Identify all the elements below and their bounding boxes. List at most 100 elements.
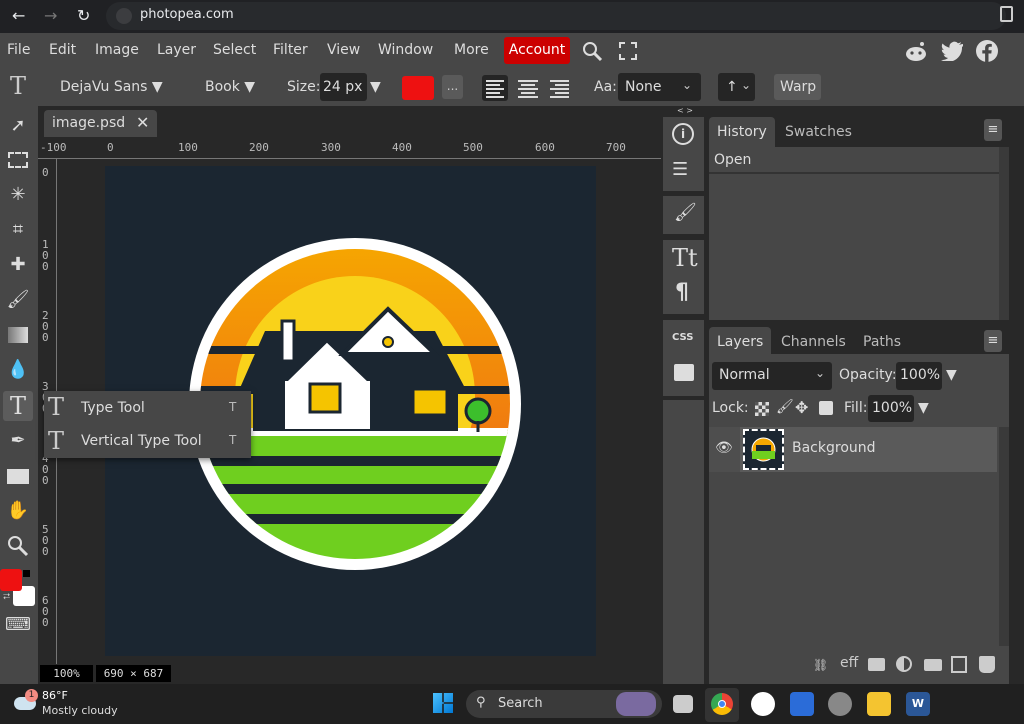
antialias-select[interactable]: None ⌄	[618, 73, 701, 101]
align-left-button[interactable]	[482, 75, 508, 101]
paragraph-icon[interactable]: ¶	[675, 280, 689, 305]
account-button[interactable]: Account	[504, 37, 570, 64]
new-folder-icon[interactable]	[924, 659, 942, 671]
move-tool[interactable]: ➚	[3, 111, 33, 141]
tab-history[interactable]: History	[709, 117, 775, 147]
back-arrow-icon[interactable]: ←	[12, 6, 25, 25]
font-size-dropdown[interactable]: ▼	[370, 79, 381, 95]
default-colors-icon[interactable]	[23, 570, 30, 577]
flyout-item-type-tool[interactable]: T Type Tool T	[44, 391, 251, 424]
tab-swatches[interactable]: Swatches	[777, 117, 860, 147]
task-view-icon[interactable]	[673, 695, 693, 713]
file-explorer-icon[interactable]	[867, 692, 891, 716]
menu-more[interactable]: More	[454, 42, 489, 58]
lock-paint-icon[interactable]: 🖌	[776, 399, 794, 415]
layer-row[interactable]: 👁 Background	[709, 427, 997, 472]
info-icon[interactable]: i	[672, 123, 694, 145]
reload-icon[interactable]: ↻	[77, 6, 90, 25]
align-center-button[interactable]	[515, 75, 541, 101]
menu-view[interactable]: View	[327, 42, 360, 58]
font-family-select[interactable]: DejaVu Sans ▼	[60, 79, 163, 95]
clipboard-icon[interactable]	[1000, 6, 1013, 22]
document-tab[interactable]: image.psd ✕	[44, 110, 157, 137]
magic-wand-tool[interactable]: ✳	[3, 180, 33, 210]
tab-channels[interactable]: Channels	[773, 327, 854, 357]
layer-visibility-toggle[interactable]: 👁	[709, 427, 740, 472]
marquee-tool[interactable]	[3, 145, 33, 175]
blur-tool[interactable]: 💧	[3, 355, 33, 385]
layer-mask-icon[interactable]	[868, 658, 885, 671]
type-tool[interactable]: T	[3, 391, 33, 421]
zoom-tool[interactable]	[3, 531, 33, 561]
fill-input[interactable]: 100%	[868, 395, 914, 422]
hand-tool[interactable]: ✋	[3, 496, 33, 526]
media-player-icon[interactable]	[790, 692, 814, 716]
lock-position-icon[interactable]: ✥	[795, 398, 808, 417]
crop-tool[interactable]: ⌗	[3, 215, 33, 245]
foreground-color-swatch[interactable]	[0, 569, 22, 591]
warp-button[interactable]: Warp	[774, 74, 821, 100]
healing-tool[interactable]: ✚	[3, 250, 33, 280]
menu-edit[interactable]: Edit	[49, 42, 76, 58]
brush-tool[interactable]: 🖌	[3, 285, 33, 315]
forward-arrow-icon[interactable]: →	[44, 6, 57, 25]
blend-mode-select[interactable]: Normal ⌄	[712, 362, 832, 390]
css-icon[interactable]: CSS	[672, 332, 693, 343]
flyout-item-vertical-type-tool[interactable]: T Vertical Type Tool T	[44, 425, 251, 458]
text-color-swatch[interactable]	[402, 76, 434, 100]
menu-file[interactable]: File	[7, 42, 30, 58]
address-bar[interactable]: photopea.com	[106, 2, 1006, 30]
menu-filter[interactable]: Filter	[273, 42, 308, 58]
fill-dropdown[interactable]: ▼	[918, 400, 929, 416]
close-tab-icon[interactable]: ✕	[136, 113, 149, 132]
reddit-icon[interactable]	[904, 40, 928, 62]
pen-tool[interactable]: ✒	[3, 426, 33, 456]
weather-temp[interactable]: 86°F	[42, 689, 68, 702]
tab-layers[interactable]: Layers	[709, 327, 772, 357]
swap-colors-icon[interactable]: ⮂	[3, 592, 10, 602]
history-item[interactable]: Open	[709, 147, 999, 174]
menu-image[interactable]: Image	[95, 42, 139, 58]
opacity-input[interactable]: 100%	[896, 362, 942, 390]
delete-layer-icon[interactable]	[979, 656, 995, 673]
history-panel-menu-button[interactable]: ≡	[984, 119, 1002, 141]
character-panel-button[interactable]: ...	[442, 75, 463, 99]
font-style-select[interactable]: Book ▼	[205, 79, 255, 95]
chrome-taskbar-button[interactable]	[705, 688, 739, 722]
weather-desc[interactable]: Mostly cloudy	[42, 704, 118, 717]
tab-paths[interactable]: Paths	[855, 327, 909, 357]
adjustments-icon[interactable]: ☰	[672, 159, 688, 180]
layers-scrollbar[interactable]	[999, 427, 1009, 646]
search-icon[interactable]	[581, 40, 603, 62]
menu-window[interactable]: Window	[378, 42, 433, 58]
shape-tool[interactable]	[3, 461, 33, 491]
link-layers-icon[interactable]: ⛓	[813, 658, 828, 672]
lock-transparency-icon[interactable]	[755, 402, 769, 416]
lock-all-icon[interactable]	[819, 401, 833, 415]
facebook-icon[interactable]	[976, 40, 998, 62]
history-scrollbar[interactable]	[999, 147, 1009, 320]
menu-select[interactable]: Select	[213, 42, 256, 58]
align-right-button[interactable]	[547, 75, 573, 101]
layer-effects-icon[interactable]: eff	[840, 655, 858, 671]
word-icon[interactable]: W	[906, 692, 930, 716]
expand-panels-icon[interactable]: < >	[677, 106, 693, 115]
image-icon[interactable]	[674, 364, 694, 381]
twitter-icon[interactable]	[941, 41, 963, 61]
keyboard-button[interactable]: ⌨	[3, 610, 33, 640]
zoom-level[interactable]: 100%	[40, 665, 93, 682]
opacity-dropdown[interactable]: ▼	[946, 367, 957, 383]
settings-gear-icon[interactable]	[828, 692, 852, 716]
slack-icon[interactable]	[751, 692, 775, 716]
character-icon[interactable]: Tt	[672, 244, 698, 272]
site-settings-icon[interactable]	[116, 8, 132, 24]
gradient-tool[interactable]	[3, 320, 33, 350]
menu-layer[interactable]: Layer	[157, 42, 196, 58]
new-layer-icon[interactable]	[951, 656, 967, 673]
layers-panel-menu-button[interactable]: ≡	[984, 330, 1002, 352]
text-orientation-select[interactable]: ↑ ⌄	[718, 73, 755, 101]
fullscreen-icon[interactable]	[619, 42, 637, 60]
brush-settings-button[interactable]: 🖌	[663, 196, 704, 234]
adjustment-layer-icon[interactable]	[896, 656, 912, 672]
taskbar-search[interactable]: ⚲ Search	[466, 690, 662, 718]
